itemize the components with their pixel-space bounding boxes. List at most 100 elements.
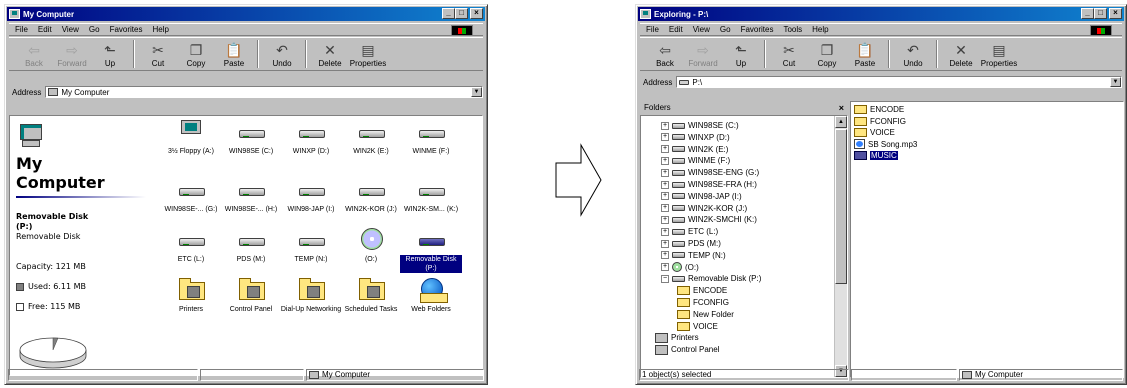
- menu-favorites[interactable]: Favorites: [741, 25, 774, 34]
- desktop-item[interactable]: Printers: [160, 276, 222, 314]
- tree-item[interactable]: + WIN98SE-ENG (G:): [661, 167, 759, 178]
- desktop-item[interactable]: PDS (M:): [220, 226, 282, 264]
- undo-button[interactable]: ↶ Undo: [894, 42, 932, 68]
- file-list-item[interactable]: MUSIC: [854, 150, 898, 161]
- menu-help[interactable]: Help: [152, 25, 168, 34]
- desktop-item[interactable]: (O:): [340, 226, 402, 264]
- back-button[interactable]: ⇦ Back: [15, 42, 53, 68]
- tree-item[interactable]: + WINXP (D:): [661, 132, 730, 143]
- expand-toggle-icon[interactable]: +: [661, 239, 669, 248]
- desktop-item[interactable]: TEMP (N:): [280, 226, 342, 264]
- minimize-button[interactable]: _: [1081, 8, 1094, 19]
- tree-item[interactable]: Control Panel: [655, 344, 719, 355]
- desktop-item[interactable]: WIN98-JAP (I:): [280, 176, 342, 214]
- menu-view[interactable]: View: [693, 25, 710, 34]
- close-pane-icon[interactable]: ×: [839, 103, 844, 113]
- desktop-item[interactable]: WINME (F:): [400, 118, 462, 156]
- desktop-item[interactable]: WIN2K (E:): [340, 118, 402, 156]
- file-list-item[interactable]: FCONFIG: [854, 116, 906, 127]
- file-list-item[interactable]: VOICE: [854, 127, 895, 138]
- paste-button[interactable]: 📋 Paste: [215, 42, 253, 68]
- menu-tools[interactable]: Tools: [783, 25, 802, 34]
- delete-button[interactable]: ✕ Delete: [942, 42, 980, 68]
- desktop-item[interactable]: WIN98SE (C:): [220, 118, 282, 156]
- close-button[interactable]: ×: [1109, 8, 1122, 19]
- menu-go[interactable]: Go: [720, 25, 731, 34]
- tree-item[interactable]: VOICE: [677, 321, 718, 332]
- expand-toggle-icon[interactable]: +: [661, 156, 669, 165]
- tree-item[interactable]: + WIN98-JAP (I:): [661, 191, 742, 202]
- mc-title-bar[interactable]: My Computer _ □ ×: [7, 7, 485, 21]
- tree-item[interactable]: + WIN98SE (C:): [661, 120, 739, 131]
- tree-item[interactable]: + TEMP (N:): [661, 250, 726, 261]
- close-button[interactable]: ×: [470, 8, 483, 19]
- address-input[interactable]: My Computer ▼: [45, 86, 483, 98]
- tree-item[interactable]: New Folder: [677, 309, 734, 320]
- delete-button[interactable]: ✕ Delete: [311, 42, 349, 68]
- tree-item[interactable]: + (O:): [661, 262, 699, 273]
- tree-item[interactable]: + ETC (L:): [661, 226, 718, 237]
- scroll-up-button[interactable]: ▲: [835, 116, 847, 128]
- menu-go[interactable]: Go: [89, 25, 100, 34]
- properties-button[interactable]: ▤ Properties: [980, 42, 1018, 68]
- ex-title-bar[interactable]: Exploring - P:\ _ □ ×: [638, 7, 1124, 21]
- expand-toggle-icon[interactable]: +: [661, 145, 669, 154]
- desktop-item[interactable]: Scheduled Tasks: [340, 276, 402, 314]
- desktop-item[interactable]: Control Panel: [220, 276, 282, 314]
- paste-button[interactable]: 📋 Paste: [846, 42, 884, 68]
- desktop-item[interactable]: 3½ Floppy (A:): [160, 118, 222, 156]
- expand-toggle-icon[interactable]: +: [661, 121, 669, 130]
- minimize-button[interactable]: _: [442, 8, 455, 19]
- desktop-item[interactable]: WIN2K-KOR (J:): [340, 176, 402, 214]
- address-input[interactable]: P:\ ▼: [676, 76, 1122, 88]
- menu-edit[interactable]: Edit: [669, 25, 683, 34]
- menu-edit[interactable]: Edit: [38, 25, 52, 34]
- maximize-button[interactable]: □: [455, 8, 468, 19]
- desktop-item[interactable]: Web Folders: [400, 276, 462, 314]
- expand-toggle-icon[interactable]: −: [661, 274, 669, 283]
- menu-favorites[interactable]: Favorites: [110, 25, 143, 34]
- cut-button[interactable]: ✂ Cut: [770, 42, 808, 68]
- tree-item[interactable]: FCONFIG: [677, 297, 729, 308]
- copy-button[interactable]: ❐ Copy: [808, 42, 846, 68]
- tree-item[interactable]: Printers: [655, 332, 699, 343]
- address-dropdown-button[interactable]: ▼: [1110, 77, 1121, 87]
- tree-item[interactable]: + WIN98SE-FRA (H:): [661, 179, 757, 190]
- address-dropdown-button[interactable]: ▼: [471, 87, 482, 97]
- tree-item[interactable]: + WIN2K-SMCHI (K:): [661, 214, 757, 225]
- expand-toggle-icon[interactable]: +: [661, 215, 669, 224]
- up-button[interactable]: ⬑ Up: [722, 42, 760, 68]
- desktop-item[interactable]: ETC (L:): [160, 226, 222, 264]
- tree-item[interactable]: − Removable Disk (P:): [661, 273, 761, 284]
- menu-view[interactable]: View: [62, 25, 79, 34]
- menu-file[interactable]: File: [15, 25, 28, 34]
- expand-toggle-icon[interactable]: +: [661, 204, 669, 213]
- desktop-item[interactable]: WIN98SE-... (G:): [160, 176, 222, 214]
- tree-scrollbar[interactable]: ▲ ▼: [834, 116, 847, 377]
- desktop-item[interactable]: Dial-Up Networking: [280, 276, 342, 314]
- expand-toggle-icon[interactable]: +: [661, 192, 669, 201]
- expand-toggle-icon[interactable]: +: [661, 133, 669, 142]
- desktop-item[interactable]: WINXP (D:): [280, 118, 342, 156]
- forward-button[interactable]: ⇨ Forward: [53, 42, 91, 68]
- file-list-item[interactable]: ENCODE: [854, 104, 904, 115]
- expand-toggle-icon[interactable]: +: [661, 180, 669, 189]
- expand-toggle-icon[interactable]: +: [661, 251, 669, 260]
- copy-button[interactable]: ❐ Copy: [177, 42, 215, 68]
- back-button[interactable]: ⇦ Back: [646, 42, 684, 68]
- desktop-item[interactable]: Removable Disk (P:): [400, 226, 462, 273]
- tree-item[interactable]: ENCODE: [677, 285, 727, 296]
- undo-button[interactable]: ↶ Undo: [263, 42, 301, 68]
- scroll-thumb[interactable]: [835, 129, 847, 284]
- cut-button[interactable]: ✂ Cut: [139, 42, 177, 68]
- desktop-item[interactable]: WIN98SE-... (H:): [220, 176, 282, 214]
- menu-file[interactable]: File: [646, 25, 659, 34]
- desktop-item[interactable]: WIN2K-SM... (K:): [400, 176, 462, 214]
- tree-item[interactable]: + WIN2K-KOR (J:): [661, 203, 747, 214]
- up-button[interactable]: ⬑ Up: [91, 42, 129, 68]
- maximize-button[interactable]: □: [1094, 8, 1107, 19]
- file-list-item[interactable]: SB Song.mp3: [854, 139, 917, 150]
- forward-button[interactable]: ⇨ Forward: [684, 42, 722, 68]
- expand-toggle-icon[interactable]: +: [661, 227, 669, 236]
- properties-button[interactable]: ▤ Properties: [349, 42, 387, 68]
